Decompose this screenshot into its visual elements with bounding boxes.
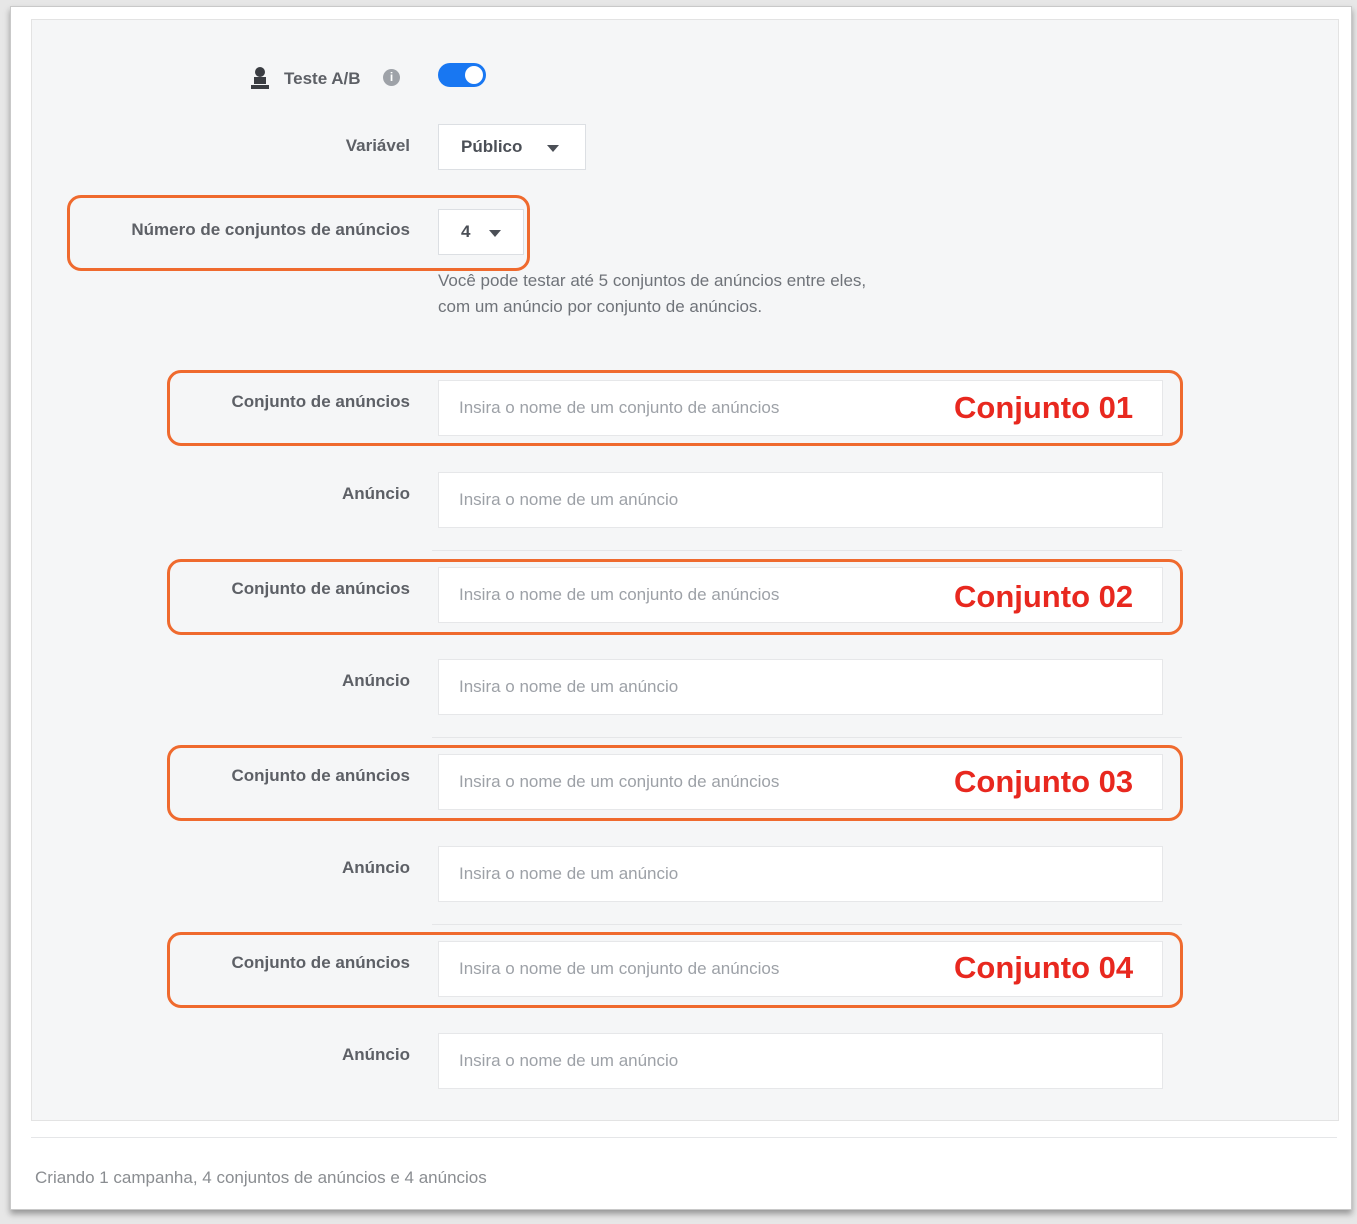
set-divider [432, 924, 1182, 925]
count-label: Número de conjuntos de anúncios [131, 220, 410, 239]
ad-name-input-04[interactable] [438, 1033, 1163, 1089]
ad-label: Anúncio [342, 1045, 410, 1064]
ad-label: Anúncio [342, 484, 410, 503]
ab-test-label: Teste A/B [284, 69, 361, 88]
set-label: Conjunto de anúncios [231, 953, 411, 972]
ab-test-toggle[interactable] [438, 63, 486, 87]
info-icon[interactable]: i [383, 69, 400, 86]
set-label: Conjunto de anúncios [231, 579, 411, 598]
ab-test-dialog: Teste A/B i Variável Público Número de c… [10, 6, 1352, 1210]
ad-name-input-02[interactable] [438, 659, 1163, 715]
chevron-down-icon [547, 145, 559, 152]
ad-name-input-03[interactable] [438, 846, 1163, 902]
footer-summary: Criando 1 campanha, 4 conjuntos de anúnc… [35, 1168, 487, 1187]
set-divider [432, 737, 1182, 738]
variable-dropdown[interactable]: Público [438, 124, 586, 170]
ad-label: Anúncio [342, 671, 410, 690]
toggle-knob [465, 66, 483, 84]
count-helper-text: Você pode testar até 5 conjuntos de anún… [438, 271, 867, 316]
ab-test-panel: Teste A/B i Variável Público Número de c… [31, 19, 1339, 1121]
set-label: Conjunto de anúncios [231, 766, 411, 785]
set-tag-03: Conjunto 03 [954, 764, 1134, 799]
variable-label: Variável [345, 136, 410, 155]
ad-label: Anúncio [342, 858, 410, 877]
count-dropdown[interactable]: 4 [438, 209, 524, 255]
set-divider [432, 550, 1182, 551]
chevron-down-icon [489, 230, 501, 237]
set-tag-04: Conjunto 04 [954, 950, 1134, 985]
person-icon [250, 66, 270, 90]
set-label: Conjunto de anúncios [231, 392, 411, 411]
ad-name-input-01[interactable] [438, 472, 1163, 528]
set-tag-02: Conjunto 02 [954, 579, 1134, 614]
variable-value: Público [461, 137, 523, 156]
set-tag-01: Conjunto 01 [954, 390, 1134, 425]
count-value: 4 [461, 222, 471, 241]
footer-divider [31, 1137, 1337, 1138]
